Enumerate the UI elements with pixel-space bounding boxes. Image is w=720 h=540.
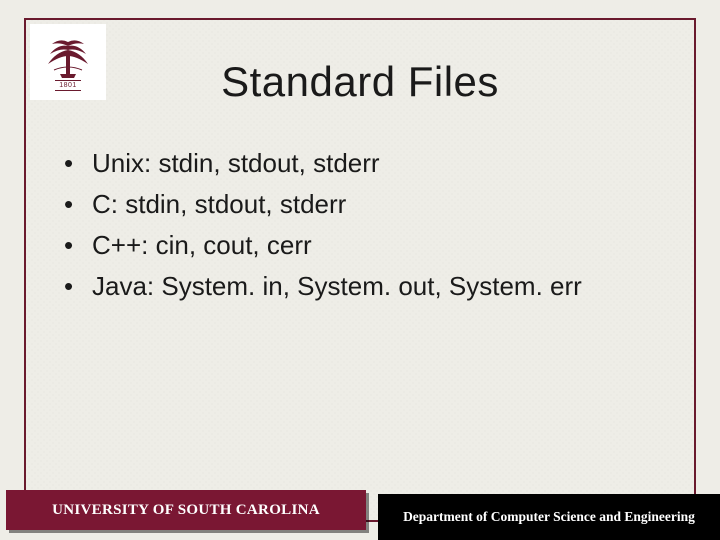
logo-year: 1801 [55,80,81,91]
university-name: UNIVERSITY OF SOUTH CAROLINA [52,502,320,519]
footer-left-box: UNIVERSITY OF SOUTH CAROLINA [6,490,366,530]
bullet-text: Java: System. in, System. out, System. e… [92,269,582,304]
university-logo: 1801 [30,24,106,100]
slide-footer: UNIVERSITY OF SOUTH CAROLINA Department … [0,494,720,540]
footer-right-box: Department of Computer Science and Engin… [378,494,720,540]
bullet-icon: • [64,188,92,222]
bullet-text: C++: cin, cout, cerr [92,228,312,263]
bullet-icon: • [64,147,92,181]
bullet-text: Unix: stdin, stdout, stderr [92,146,380,181]
bullet-text: C: stdin, stdout, stderr [92,187,346,222]
slide-title: Standard Files [26,58,694,106]
list-item: • C++: cin, cout, cerr [64,228,656,263]
list-item: • C: stdin, stdout, stderr [64,187,656,222]
bullet-icon: • [64,270,92,304]
bullet-icon: • [64,229,92,263]
list-item: • Unix: stdin, stdout, stderr [64,146,656,181]
slide-frame: 1801 Standard Files • Unix: stdin, stdou… [24,18,696,522]
list-item: • Java: System. in, System. out, System.… [64,269,656,304]
department-name: Department of Computer Science and Engin… [403,509,695,525]
palmetto-tree-icon [42,34,94,78]
bullet-list: • Unix: stdin, stdout, stderr • C: stdin… [64,146,656,310]
